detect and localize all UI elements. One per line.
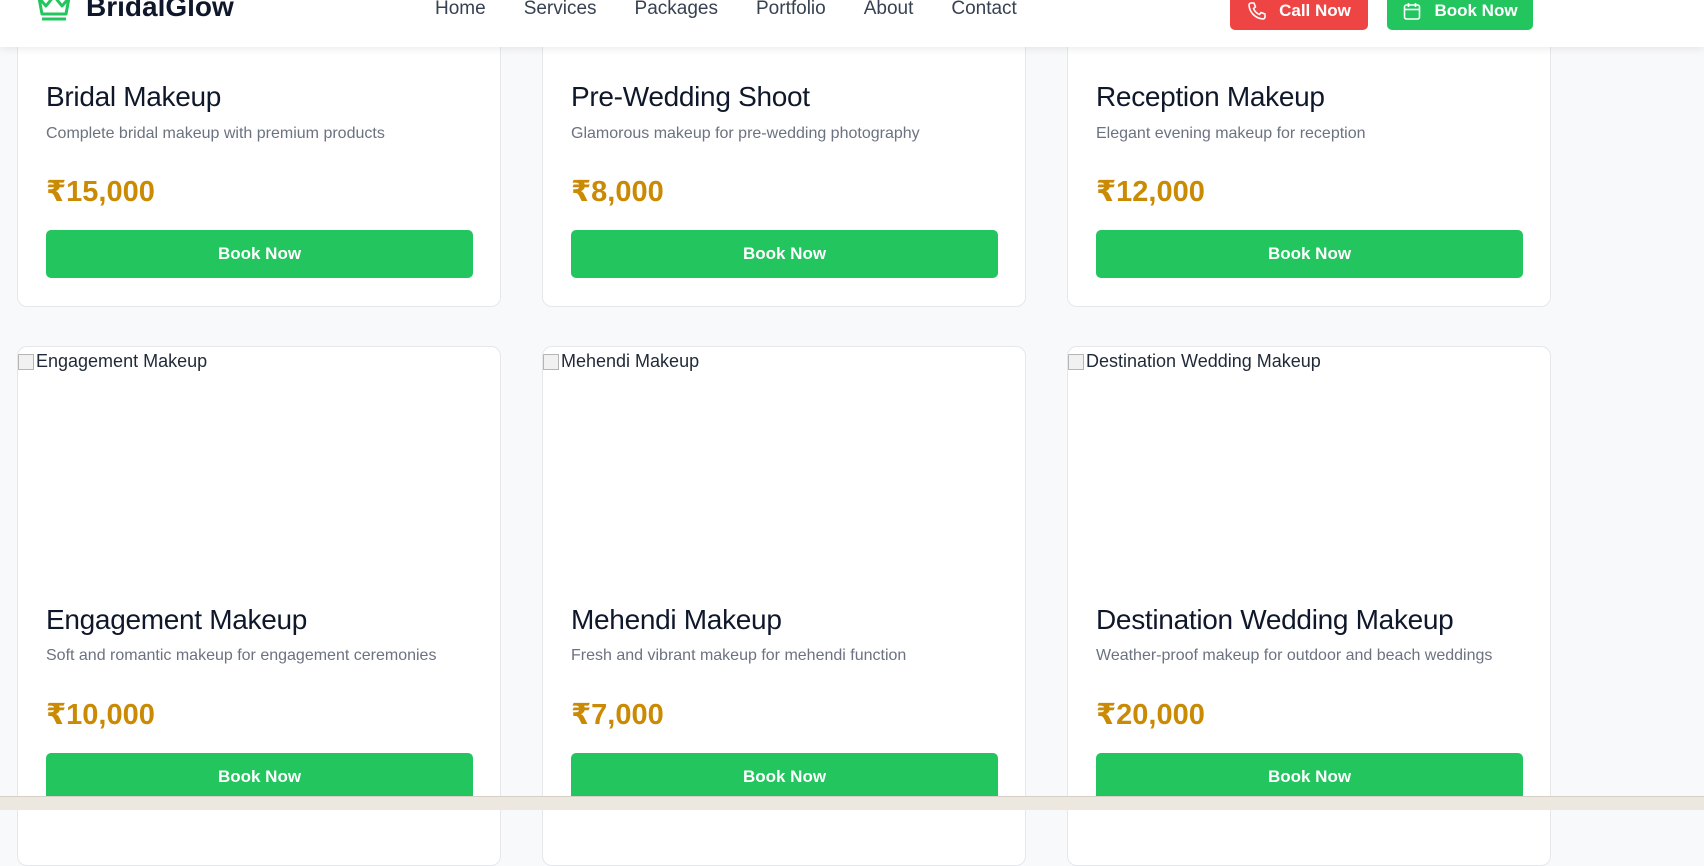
broken-image-icon xyxy=(1068,353,1084,370)
book-now-button[interactable]: Book Now xyxy=(46,230,473,278)
service-card-engagement: Engagement Makeup Engagement Makeup Soft… xyxy=(17,346,501,866)
book-now-button[interactable]: Book Now xyxy=(571,753,998,801)
main-nav: Home Services Packages Portfolio About C… xyxy=(435,0,1017,20)
service-price: ₹20,000 xyxy=(1096,699,1205,731)
service-price: ₹15,000 xyxy=(46,176,155,208)
header-book-now-button[interactable]: Book Now xyxy=(1387,0,1533,30)
service-description: Complete bridal makeup with premium prod… xyxy=(46,125,385,142)
service-price: ₹7,000 xyxy=(571,699,664,731)
service-image: Mehendi Makeup xyxy=(543,347,1025,577)
calendar-icon xyxy=(1404,3,1421,20)
service-description: Glamorous makeup for pre-wedding photogr… xyxy=(571,125,920,142)
service-description: Weather-proof makeup for outdoor and bea… xyxy=(1096,647,1493,664)
service-description: Fresh and vibrant makeup for mehendi fun… xyxy=(571,647,907,664)
nav-about[interactable]: About xyxy=(864,0,914,20)
call-now-button[interactable]: Call Now xyxy=(1230,0,1368,30)
service-card-mehendi: Mehendi Makeup Mehendi Makeup Fresh and … xyxy=(542,346,1026,866)
service-image: Engagement Makeup xyxy=(18,347,500,577)
taskbar-edge xyxy=(0,796,1704,810)
service-title: Pre-Wedding Shoot xyxy=(571,81,810,112)
nav-portfolio[interactable]: Portfolio xyxy=(756,0,826,20)
phone-icon xyxy=(1248,2,1266,20)
image-alt-text: Destination Wedding Makeup xyxy=(1086,351,1321,371)
nav-services[interactable]: Services xyxy=(524,0,597,20)
service-title: Bridal Makeup xyxy=(46,81,222,112)
crown-icon xyxy=(37,0,71,21)
book-now-button[interactable]: Book Now xyxy=(46,753,473,801)
header-book-now-label: Book Now xyxy=(1434,1,1518,20)
book-now-button[interactable]: Book Now xyxy=(571,230,998,278)
brand-name: BridalGlow xyxy=(86,0,234,22)
broken-image-icon xyxy=(543,353,559,370)
brand-logo[interactable]: BridalGlow xyxy=(36,0,234,22)
nav-contact[interactable]: Contact xyxy=(951,0,1016,20)
service-image: Destination Wedding Makeup xyxy=(1068,347,1550,577)
broken-image-icon xyxy=(18,353,34,370)
service-card-destination: Destination Wedding Makeup Destination W… xyxy=(1067,346,1551,866)
service-title: Engagement Makeup xyxy=(46,604,308,635)
service-description: Elegant evening makeup for reception xyxy=(1096,125,1366,142)
service-title: Reception Makeup xyxy=(1096,81,1325,112)
service-description: Soft and romantic makeup for engagement … xyxy=(46,647,437,664)
image-alt-text: Engagement Makeup xyxy=(36,351,208,371)
book-now-button[interactable]: Book Now xyxy=(1096,230,1523,278)
call-now-label: Call Now xyxy=(1279,1,1351,20)
service-title: Destination Wedding Makeup xyxy=(1096,604,1454,635)
nav-packages[interactable]: Packages xyxy=(635,0,718,20)
nav-home[interactable]: Home xyxy=(435,0,486,20)
site-header: BridalGlow Home Services Packages Portfo… xyxy=(0,0,1704,47)
service-title: Mehendi Makeup xyxy=(571,604,782,635)
book-now-button[interactable]: Book Now xyxy=(1096,753,1523,801)
service-price: ₹8,000 xyxy=(571,176,664,208)
service-price: ₹12,000 xyxy=(1096,176,1205,208)
service-price: ₹10,000 xyxy=(46,699,155,731)
image-alt-text: Mehendi Makeup xyxy=(561,351,700,371)
